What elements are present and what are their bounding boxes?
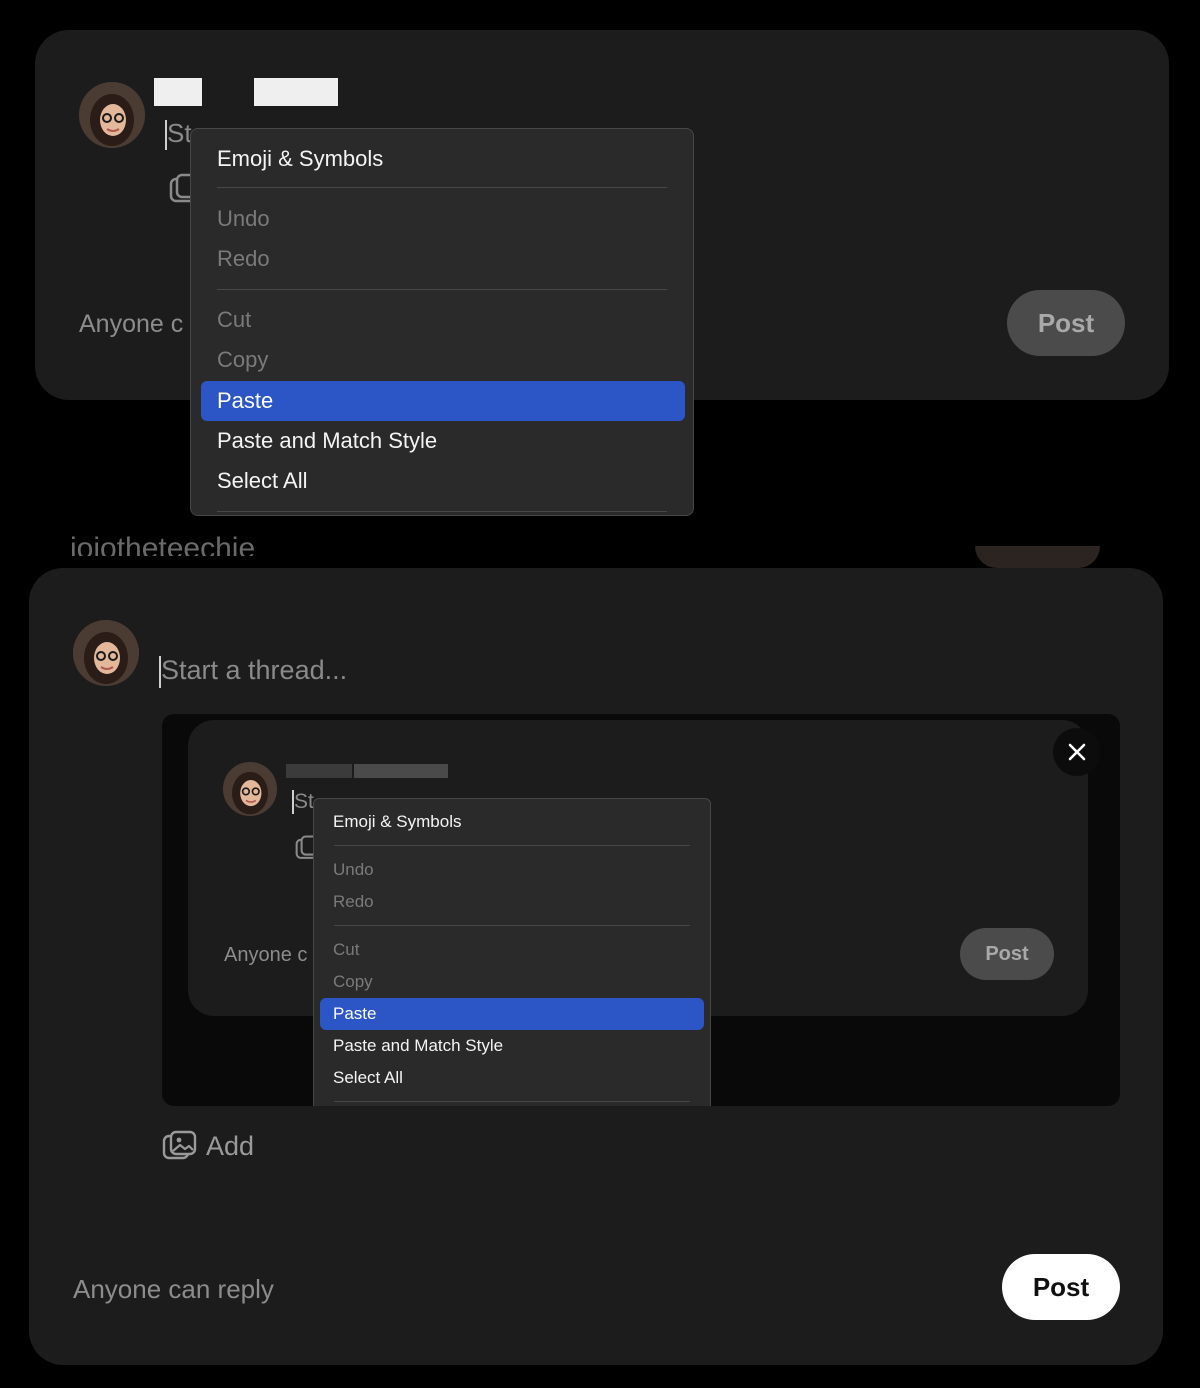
background-avatar-fragment: [975, 546, 1100, 568]
menu-item-emoji-symbols[interactable]: Emoji & Symbols: [201, 143, 685, 175]
menu-item-emoji-symbols: Emoji & Symbols: [333, 812, 462, 831]
add-media-label: Add: [206, 1130, 255, 1161]
thread-input[interactable]: Start a thread...: [159, 652, 419, 688]
avatar: [73, 620, 139, 686]
menu-separator: [334, 845, 690, 846]
menu-item-select-all[interactable]: Select All: [201, 465, 685, 497]
menu-separator: [217, 187, 667, 188]
reply-setting: Anyone c: [224, 944, 308, 966]
image-attach-icon[interactable]: [169, 173, 191, 205]
avatar-portrait-icon: [79, 82, 145, 148]
thread-input-placeholder: Start a thread...: [161, 655, 348, 685]
menu-separator: [217, 289, 667, 290]
remove-attachment-button[interactable]: [1053, 728, 1101, 776]
avatar-portrait-icon: [73, 620, 139, 686]
main-composer-card: Start a thread... St Anyone c Post Emoji…: [29, 568, 1163, 1365]
avatar-portrait-icon: [223, 762, 277, 816]
context-menu: Emoji & Symbols Undo Redo Cut Copy Paste…: [313, 798, 711, 1106]
menu-item-paste-and-match-style[interactable]: Paste and Match Style: [201, 425, 685, 457]
add-media-button[interactable]: Add: [162, 1128, 254, 1164]
menu-item-cut[interactable]: Cut: [201, 304, 685, 336]
menu-item-undo[interactable]: Undo: [201, 203, 685, 235]
background-partial-text-strip: jojotheteechie: [60, 530, 400, 556]
reply-setting[interactable]: Anyone c: [79, 308, 191, 340]
thread-input-placeholder: St: [294, 790, 314, 813]
avatar: [223, 762, 277, 816]
image-attach-icon: [295, 834, 315, 862]
background-username: jojotheteechie: [70, 532, 256, 556]
avatar: [79, 82, 145, 148]
context-menu: Emoji & Symbols Undo Redo Cut Copy Paste…: [190, 128, 694, 516]
post-button: Post: [960, 928, 1054, 980]
menu-item-paste-and-match-style: Paste and Match Style: [333, 1036, 504, 1055]
menu-separator: [334, 925, 690, 926]
reply-setting[interactable]: Anyone can reply: [73, 1272, 274, 1306]
thread-input-placeholder: St: [167, 118, 192, 148]
menu-item-copy[interactable]: Copy: [201, 344, 685, 376]
menu-item-undo: Undo: [333, 860, 374, 879]
menu-item-paste: Paste: [320, 998, 704, 1030]
redacted-handle: [254, 78, 338, 106]
menu-item-cut: Cut: [333, 940, 360, 959]
menu-separator: [334, 1101, 690, 1102]
menu-item-redo: Redo: [333, 892, 374, 911]
attached-image[interactable]: St Anyone c Post Emoji & Symbols Undo Re…: [162, 714, 1120, 1106]
post-button[interactable]: Post: [1007, 290, 1125, 356]
redacted-username: [286, 764, 352, 778]
post-button[interactable]: Post: [1002, 1254, 1120, 1320]
menu-item-copy: Copy: [333, 972, 373, 991]
menu-separator: [217, 511, 667, 512]
redacted-handle: [354, 764, 448, 778]
menu-item-redo[interactable]: Redo: [201, 243, 685, 275]
menu-item-select-all: Select All: [333, 1068, 403, 1087]
image-attach-icon: [162, 1130, 197, 1160]
menu-item-paste[interactable]: Paste: [201, 381, 685, 421]
redacted-username: [154, 78, 202, 106]
close-icon: [1068, 743, 1086, 761]
